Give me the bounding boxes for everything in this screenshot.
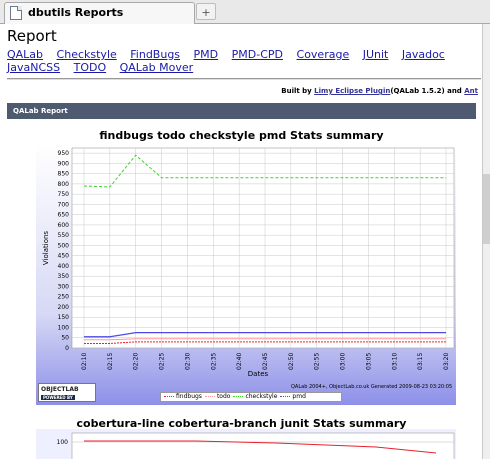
- legend-label: findbugs: [176, 393, 202, 400]
- x-tick-label: 03:05: [365, 353, 372, 370]
- chart-legend: findbugs todo checkstyle pmd: [160, 392, 342, 402]
- x-tick-label: 03:00: [340, 353, 347, 370]
- legend-swatch: [233, 396, 244, 397]
- legend-item-todo: todo: [204, 393, 231, 401]
- y-tick-label: 950: [58, 150, 70, 157]
- y-tick-label: 150: [58, 314, 70, 321]
- nav-link-pmd[interactable]: PMD: [194, 48, 219, 61]
- section-header: QALab Report: [7, 103, 476, 119]
- x-tick-label: 02:50: [288, 353, 295, 370]
- y-tick-label: 900: [58, 160, 70, 167]
- x-tick-label: 03:10: [391, 353, 398, 370]
- nav-link-pmd-cpd[interactable]: PMD-CPD: [232, 48, 283, 61]
- scrollbar-thumb[interactable]: [483, 174, 490, 244]
- nav-link-findbugs[interactable]: FindBugs: [130, 48, 180, 61]
- nav-link-todo[interactable]: TODO: [74, 61, 107, 74]
- y-tick-label: 350: [58, 273, 70, 280]
- y-tick-label: 300: [58, 283, 70, 290]
- y-tick-label: 100: [58, 324, 70, 331]
- y-tick-label: 550: [58, 232, 70, 239]
- y-tick-label: 750: [58, 191, 70, 198]
- legend-swatch: [204, 396, 215, 397]
- legend-item-pmd: pmd: [280, 393, 306, 401]
- x-tick-label: 02:15: [107, 353, 114, 370]
- legend-label: todo: [216, 393, 231, 400]
- y-tick-label: 650: [58, 212, 70, 219]
- nav-link-qalab-mover[interactable]: QALab Mover: [120, 61, 194, 74]
- limy-link[interactable]: Limy Eclipse Plugin: [314, 87, 390, 95]
- x-tick-label: 02:30: [184, 353, 191, 370]
- ant-link[interactable]: Ant: [464, 87, 478, 95]
- x-tick-label: 02:55: [314, 353, 321, 370]
- y-tick-label: 450: [58, 253, 70, 260]
- legend-label: pmd: [292, 393, 306, 400]
- page-title: Report: [7, 27, 57, 45]
- y-axis-label: Violations: [42, 231, 50, 266]
- nav-link-javadoc[interactable]: Javadoc: [402, 48, 445, 61]
- x-tick-label: 02:20: [133, 353, 140, 370]
- legend-swatch: [280, 396, 291, 397]
- new-tab-button[interactable]: +: [196, 3, 216, 20]
- x-tick-label: 02:35: [210, 353, 217, 370]
- tab-bar: dbutils Reports +: [0, 0, 490, 24]
- report-nav: QALab Checkstyle FindBugs PMD PMD-CPD Co…: [7, 48, 477, 74]
- chart2-plot-area: [71, 432, 455, 459]
- built-by-middle: (QALab 1.5.2) and: [390, 87, 465, 95]
- chart2-y-tick: 100: [57, 439, 69, 446]
- legend-swatch: [164, 396, 174, 397]
- nav-link-coverage[interactable]: Coverage: [297, 48, 350, 61]
- y-tick-label: 400: [58, 263, 70, 270]
- objectlab-logo: OBJECTLAB POWERED BY: [38, 383, 96, 402]
- nav-link-junit[interactable]: JUnit: [363, 48, 389, 61]
- y-tick-label: 500: [58, 242, 70, 249]
- y-tick-label: 800: [58, 181, 70, 188]
- vertical-scrollbar[interactable]: [482, 24, 490, 459]
- built-by-prefix: Built by: [281, 87, 315, 95]
- x-tick-label: 02:40: [236, 353, 243, 370]
- built-by: Built by Limy Eclipse Plugin(QALab 1.5.2…: [281, 87, 478, 95]
- legend-label: checkstyle: [245, 393, 278, 400]
- x-axis-label: Dates: [248, 370, 269, 378]
- y-tick-label: 200: [58, 304, 70, 311]
- tab-title: dbutils Reports: [28, 6, 124, 19]
- divider: [7, 78, 481, 80]
- x-tick-label: 03:20: [443, 353, 450, 370]
- y-tick-label: 600: [58, 222, 70, 229]
- nav-link-checkstyle[interactable]: Checkstyle: [57, 48, 117, 61]
- tab-active[interactable]: dbutils Reports: [4, 2, 195, 24]
- y-tick-label: 700: [58, 201, 70, 208]
- page-icon: [10, 6, 22, 20]
- chart-copyright: QALab 2004+, ObjectLab.co.uk Generated 2…: [291, 384, 453, 390]
- logo-text: OBJECTLAB: [41, 386, 79, 393]
- x-tick-label: 03:15: [417, 353, 424, 370]
- y-tick-label: 0: [65, 345, 69, 352]
- coverage-chart: 100: [36, 429, 456, 459]
- logo-tagline: POWERED BY: [41, 395, 75, 400]
- nav-link-qalab[interactable]: QALab: [7, 48, 43, 61]
- y-tick-label: 850: [58, 171, 70, 178]
- plus-icon: +: [201, 6, 211, 19]
- y-tick-label: 250: [58, 294, 70, 301]
- legend-item-checkstyle: checkstyle: [233, 393, 277, 401]
- x-tick-label: 02:45: [262, 353, 269, 370]
- x-tick-label: 02:25: [159, 353, 166, 370]
- y-tick-label: 50: [61, 335, 69, 342]
- chart-title: findbugs todo checkstyle pmd Stats summa…: [99, 129, 384, 142]
- legend-item-findbugs: findbugs: [164, 393, 202, 401]
- stats-chart: 0 50 100 150 200 250 300 350 400 450 500 550 600 650 7…: [36, 143, 456, 405]
- nav-link-javancss[interactable]: JavaNCSS: [7, 61, 60, 74]
- x-tick-label: 02:10: [81, 353, 88, 370]
